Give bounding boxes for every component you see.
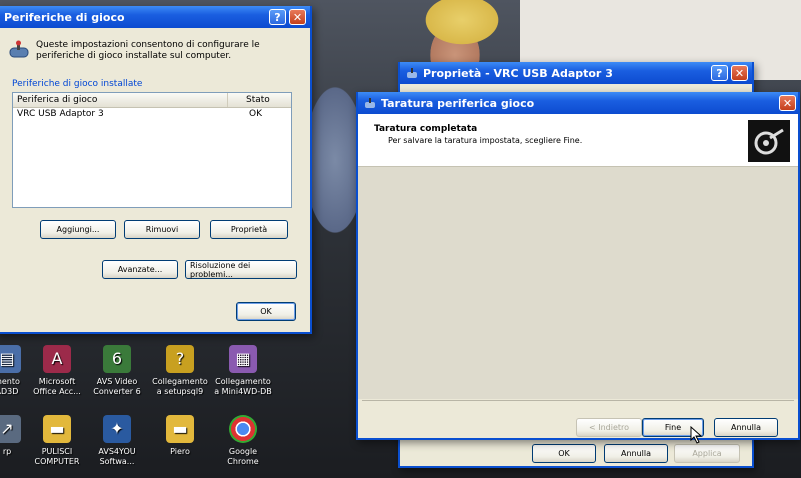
close-button[interactable]: ✕ <box>731 65 748 81</box>
folder-icon: ▬ <box>43 415 71 443</box>
list-header: Periferica di gioco Stato <box>13 93 291 108</box>
calibration-titlebar[interactable]: Taratura periferica gioco ✕ <box>358 92 798 114</box>
close-button[interactable]: ✕ <box>779 95 796 111</box>
remove-button[interactable]: Rimuovi <box>124 220 200 239</box>
troubleshoot-button[interactable]: Risoluzione dei problemi... <box>185 260 297 279</box>
ok-button[interactable]: OK <box>236 302 296 321</box>
table-row[interactable]: VRC USB Adaptor 3 OK <box>13 108 291 121</box>
add-button[interactable]: Aggiungi... <box>40 220 116 239</box>
access-icon: A <box>43 345 71 373</box>
window-description: Queste impostazioni consentono di config… <box>36 40 260 61</box>
device-status: OK <box>249 109 262 119</box>
properties-titlebar[interactable]: Proprietà - VRC USB Adaptor 3 ? ✕ <box>400 62 752 84</box>
joystick-icon <box>8 40 30 60</box>
cancel-button[interactable]: Annulla <box>604 444 668 463</box>
column-header-status[interactable]: Stato <box>227 93 291 107</box>
desktop-icon-mini4wd[interactable]: ▦ Collegamento a Mini4WD-DB <box>208 345 278 397</box>
close-button[interactable]: ✕ <box>289 9 306 25</box>
chrome-icon <box>229 415 257 443</box>
device-list[interactable]: Periferica di gioco Stato VRC USB Adapto… <box>12 92 292 208</box>
cancel-button[interactable]: Annulla <box>714 418 778 437</box>
calibration-window: Taratura periferica gioco ✕ Taratura com… <box>356 92 800 440</box>
group-label: Periferiche di gioco installate <box>12 79 143 89</box>
advanced-button[interactable]: Avanzate... <box>102 260 178 279</box>
desktop-icon-setupsql[interactable]: ? Collegamento a setupsql9 <box>145 345 215 397</box>
wizard-header-subtitle: Per salvare la taratura impostata, scegl… <box>388 136 583 145</box>
window-title: Periferiche di gioco <box>4 10 125 24</box>
help-button[interactable]: ? <box>269 9 286 25</box>
game-controllers-window: Periferiche di gioco ? ✕ Queste impostaz… <box>0 6 312 334</box>
db-icon: ▦ <box>229 345 257 373</box>
apply-button[interactable]: Applica <box>674 444 740 463</box>
back-button[interactable]: < Indietro <box>576 418 642 437</box>
avs-icon: 6 <box>103 345 131 373</box>
setup-icon: ? <box>166 345 194 373</box>
desktop-icon-chrome[interactable]: Google Chrome <box>208 415 278 467</box>
wizard-header: Taratura completata Per salvare la tarat… <box>358 114 798 167</box>
shortcut-icon: ↗ <box>0 415 21 443</box>
desktop-icon-avs4you[interactable]: ✦ AVS4YOU Softwa... <box>82 415 152 467</box>
avs4you-icon: ✦ <box>103 415 131 443</box>
document-icon: ▤ <box>0 345 21 373</box>
help-button[interactable]: ? <box>711 65 728 81</box>
properties-button[interactable]: Proprietà <box>210 220 288 239</box>
device-name: VRC USB Adaptor 3 <box>17 109 104 119</box>
game-controllers-titlebar[interactable]: Periferiche di gioco ? ✕ <box>0 6 310 28</box>
wizard-divider <box>362 400 794 401</box>
wizard-header-title: Taratura completata <box>374 124 478 134</box>
joystick-icon <box>407 68 417 78</box>
desktop-icon-avs-video[interactable]: 6 AVS Video Converter 6 <box>82 345 152 397</box>
mouse-cursor <box>690 425 704 447</box>
wizard-body <box>358 167 798 399</box>
column-header-device[interactable]: Periferica di gioco <box>13 93 227 107</box>
joystick-icon <box>365 98 375 108</box>
window-title: Taratura periferica gioco <box>381 96 535 110</box>
folder-icon: ▬ <box>166 415 194 443</box>
ok-button[interactable]: OK <box>532 444 596 463</box>
desktop-icon-piero[interactable]: ▬ Piero <box>145 415 215 457</box>
calibration-icon <box>748 120 790 162</box>
window-title: Proprietà - VRC USB Adaptor 3 <box>423 66 613 80</box>
